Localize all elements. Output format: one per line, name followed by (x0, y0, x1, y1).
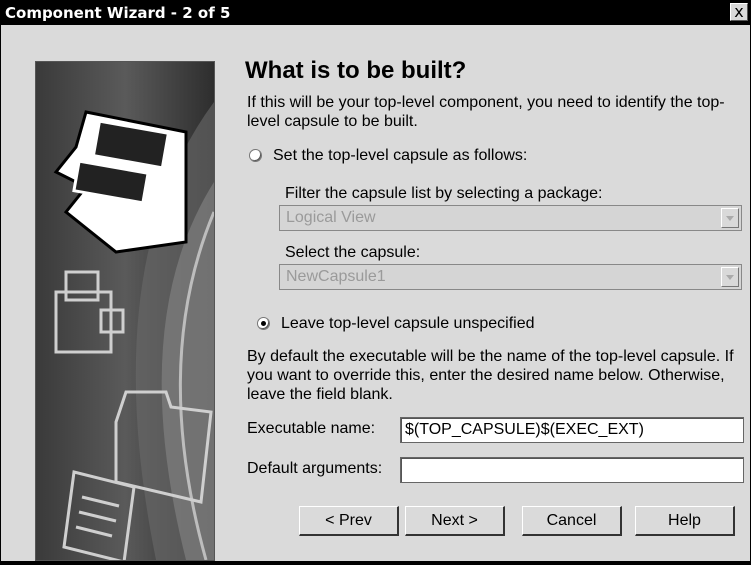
title-bar[interactable]: Component Wizard - 2 of 5 x (1, 1, 750, 25)
chevron-down-icon[interactable] (721, 267, 739, 287)
wizard-client-area: What is to be built? If this will be you… (1, 25, 750, 564)
capsule-select-value: NewCapsule1 (286, 268, 386, 285)
wizard-banner-image (35, 61, 216, 564)
filter-label: Filter the capsule list by selecting a p… (285, 185, 603, 202)
default-arguments-label: Default arguments: (247, 460, 383, 477)
leave-unspecified-radio[interactable] (257, 317, 270, 330)
executable-name-value: $(TOP_CAPSULE)$(EXEC_EXT) (405, 421, 644, 438)
prev-button[interactable]: < Prev (299, 506, 399, 536)
default-arguments-input[interactable] (400, 457, 744, 483)
page-heading: What is to be built? (245, 57, 467, 84)
help-button[interactable]: Help (635, 506, 735, 536)
package-filter-select[interactable]: Logical View (279, 205, 742, 231)
capsule-select-label: Select the capsule: (285, 244, 421, 261)
window-title: Component Wizard - 2 of 5 (5, 4, 231, 22)
chevron-down-icon[interactable] (721, 208, 739, 228)
set-capsule-label[interactable]: Set the top-level capsule as follows: (273, 146, 527, 165)
wizard-window: Component Wizard - 2 of 5 x What is to b… (0, 0, 751, 564)
leave-unspecified-label[interactable]: Leave top-level capsule unspecified (281, 314, 535, 333)
close-button[interactable]: x (730, 3, 748, 21)
set-capsule-radio[interactable] (249, 149, 262, 162)
capsule-select[interactable]: NewCapsule1 (279, 264, 742, 290)
executable-name-label: Executable name: (247, 420, 376, 437)
cancel-button[interactable]: Cancel (522, 506, 622, 536)
next-button[interactable]: Next > (405, 506, 505, 536)
package-filter-value: Logical View (286, 209, 376, 226)
executable-note: By default the executable will be the na… (247, 348, 734, 403)
intro-text: If this will be your top-level component… (247, 94, 725, 130)
executable-name-input[interactable]: $(TOP_CAPSULE)$(EXEC_EXT) (400, 417, 744, 443)
